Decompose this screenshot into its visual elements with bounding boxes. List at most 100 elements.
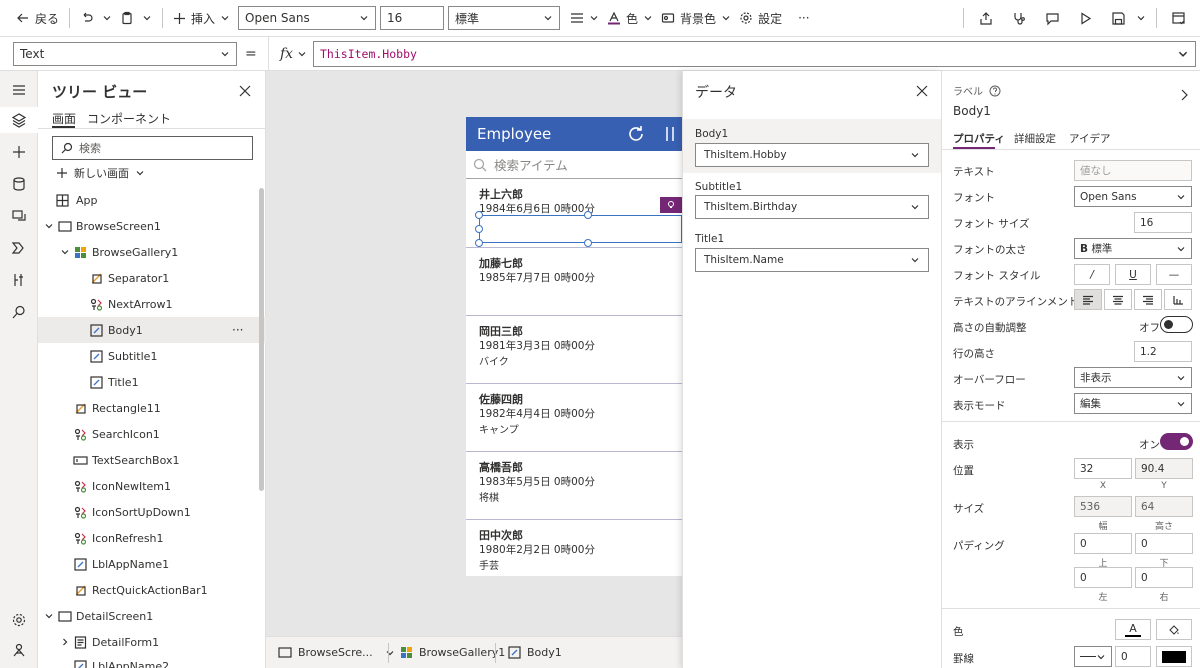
padding-top-input[interactable]: 0 (1074, 533, 1132, 554)
visible-toggle[interactable] (1160, 433, 1193, 450)
tab-advanced[interactable]: 詳細設定 (1014, 131, 1056, 146)
tree-item-searchicon1[interactable]: SearchIcon1 (38, 421, 266, 447)
breadcrumb-gallery[interactable]: BrowseGallery1 (400, 646, 505, 659)
text-color-button[interactable]: A (1115, 619, 1151, 640)
border-width-input[interactable]: 0 (1115, 646, 1151, 667)
font-size-input[interactable]: 16 (1134, 212, 1192, 233)
search-icon[interactable] (10, 303, 28, 321)
width-input[interactable]: 536 (1074, 496, 1132, 517)
font-weight-select[interactable]: B 標準 (1074, 238, 1192, 259)
color-button[interactable]: 色 (603, 4, 657, 32)
align-left-button[interactable] (1074, 289, 1102, 310)
tree-item-iconsortupdown1[interactable]: IconSortUpDown1 (38, 499, 266, 525)
lineheight-input[interactable]: 1.2 (1134, 341, 1192, 362)
gallery-item[interactable]: 高橋吾郎 1983年5月5日 0時00分 将棋 (466, 452, 682, 520)
comments-button[interactable] (1041, 4, 1064, 32)
refresh-icon[interactable] (626, 124, 646, 144)
close-icon[interactable] (916, 85, 928, 97)
chevron-right-icon[interactable] (60, 637, 70, 647)
power-automate-icon[interactable] (10, 239, 28, 257)
overflow-select[interactable]: 非表示 (1074, 367, 1192, 388)
tree-item-subtitle1[interactable]: Subtitle1 (38, 343, 266, 369)
y-input[interactable]: 90.4 (1135, 458, 1193, 479)
fx-button[interactable]: fx (280, 46, 307, 62)
resize-handle[interactable] (584, 211, 592, 219)
paste-button[interactable] (116, 4, 138, 32)
help-icon[interactable] (989, 85, 1001, 97)
gallery-item[interactable]: 井上六郎 1984年6月6日 0時00分 (466, 180, 682, 248)
align-justify-button[interactable] (1164, 289, 1192, 310)
padding-bottom-input[interactable]: 0 (1135, 533, 1193, 554)
font-size-input[interactable]: 16 (380, 6, 445, 30)
tree-item-body1[interactable]: Body1 ··· (38, 317, 266, 343)
sort-icon[interactable] (663, 125, 679, 143)
resize-handle[interactable] (475, 211, 483, 219)
database-icon[interactable] (10, 175, 28, 193)
layers-icon[interactable] (10, 111, 28, 129)
new-screen-button[interactable]: 新しい画面 (56, 165, 145, 181)
virtual-agent-icon[interactable] (10, 641, 28, 659)
align-button[interactable] (566, 4, 603, 32)
undo-button[interactable] (76, 4, 98, 32)
gallery-item[interactable]: 加藤七郎 1985年7月7日 0時00分 (466, 248, 682, 316)
more-button[interactable]: ··· (794, 4, 813, 32)
align-right-button[interactable] (1134, 289, 1162, 310)
tree-item-app[interactable]: App (38, 187, 266, 213)
gallery-item[interactable]: 岡田三郎 1981年3月3日 0時00分 バイク (466, 316, 682, 384)
formula-input[interactable]: ThisItem.Hobby (313, 41, 1196, 67)
publish-button[interactable] (1167, 4, 1190, 32)
gallery-item[interactable]: 佐藤四朗 1982年4月4日 0時00分 キャンプ (466, 384, 682, 452)
chevron-right-icon[interactable] (1178, 88, 1190, 102)
tree-item-textsearchbox1[interactable]: TextSearchBox1 (38, 447, 266, 473)
tree-scrollbar[interactable] (259, 188, 264, 491)
x-input[interactable]: 32 (1074, 458, 1132, 479)
field-select[interactable]: ThisItem.Hobby (695, 143, 929, 167)
settings-button[interactable]: 設定 (735, 4, 786, 32)
tree-item-browsescreen1[interactable]: BrowseScreen1 (38, 213, 266, 239)
font-weight-select[interactable]: 標準 (448, 6, 561, 30)
tab-screens[interactable]: 画面 (52, 110, 76, 127)
autoheight-toggle[interactable] (1160, 316, 1193, 333)
undo-dropdown[interactable] (98, 4, 116, 32)
property-select[interactable]: Text (13, 41, 237, 66)
gallery-item[interactable]: 田中次郎 1980年2月2日 0時00分 手芸 (466, 520, 682, 576)
tree-item-detailscreen1[interactable]: DetailScreen1 (38, 603, 266, 629)
height-input[interactable]: 64 (1135, 496, 1193, 517)
tree-item-nextarrow1[interactable]: NextArrow1 (38, 291, 266, 317)
tools-icon[interactable] (10, 271, 28, 289)
resize-handle[interactable] (475, 239, 483, 247)
media-icon[interactable] (10, 207, 28, 225)
save-dropdown[interactable] (1132, 4, 1150, 32)
tree-item-rectquickactionbar1[interactable]: RectQuickActionBar1 (38, 577, 266, 603)
font-select[interactable]: Open Sans (1074, 186, 1192, 207)
breadcrumb-screen[interactable]: BrowseScre... (278, 646, 395, 659)
resize-handle[interactable] (584, 239, 592, 247)
border-style-select[interactable] (1074, 646, 1112, 667)
tree-item-iconnewitem1[interactable]: IconNewItem1 (38, 473, 266, 499)
back-button[interactable]: 戻る (12, 4, 63, 32)
checker-button[interactable] (1008, 4, 1031, 32)
paste-dropdown[interactable] (138, 4, 156, 32)
resize-handle[interactable] (475, 225, 483, 233)
close-icon[interactable] (238, 84, 252, 98)
selection-box[interactable] (479, 215, 682, 243)
padding-right-input[interactable]: 0 (1135, 567, 1193, 588)
tree-item-lblappname2[interactable]: LblAppName2 (38, 655, 266, 668)
chevron-down-icon[interactable] (60, 247, 70, 257)
displaymode-select[interactable]: 編集 (1074, 393, 1192, 414)
idea-badge[interactable] (660, 197, 682, 213)
tree-item-separator1[interactable]: Separator1 (38, 265, 266, 291)
tab-components[interactable]: コンポーネント (87, 110, 171, 127)
tree-item-detailform1[interactable]: DetailForm1 (38, 629, 266, 655)
plus-icon[interactable] (10, 143, 28, 161)
tab-ideas[interactable]: アイデア (1069, 131, 1110, 146)
share-button[interactable] (975, 4, 998, 32)
tree-search-input[interactable]: 検索 (52, 136, 253, 160)
tree-item-iconrefresh1[interactable]: IconRefresh1 (38, 525, 266, 551)
breadcrumb-control[interactable]: Body1 (508, 646, 562, 659)
fill-color-button[interactable] (1156, 619, 1192, 640)
chevron-down-icon[interactable] (44, 611, 54, 621)
tree-item-more-button[interactable]: ··· (232, 323, 243, 337)
tree-item-browsegallery1[interactable]: BrowseGallery1 (38, 239, 266, 265)
tab-properties[interactable]: プロパティ (953, 131, 1005, 146)
